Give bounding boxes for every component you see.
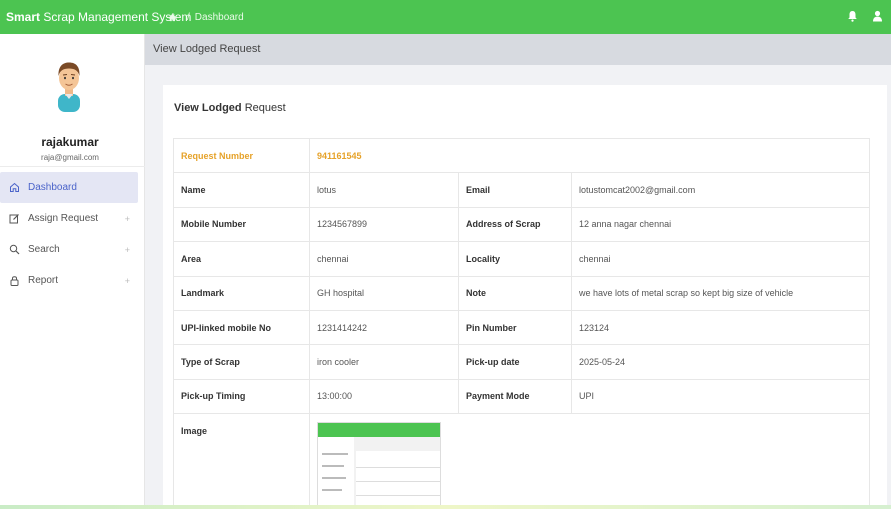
brand-bold: Smart <box>6 10 41 24</box>
breadcrumb-separator: / <box>187 11 190 23</box>
scrap-image-thumbnail[interactable] <box>317 422 441 509</box>
breadcrumb: / Dashboard <box>168 12 244 23</box>
field-value: we have lots of metal scrap so kept big … <box>571 275 870 311</box>
sidebar-item-label: Report <box>28 275 59 286</box>
thumbnail-line <box>322 489 342 492</box>
thumbnail-line <box>322 465 344 468</box>
edit-icon <box>9 214 19 224</box>
sidebar: rajakumar raja@gmail.com Dashboard Assig… <box>0 34 145 509</box>
card-title-rest: Request <box>241 102 286 114</box>
field-label: Landmark <box>173 275 310 311</box>
thumbnail-row <box>356 481 440 483</box>
sidebar-item-label: Assign Request <box>28 213 99 224</box>
field-label: Locality <box>458 241 572 277</box>
card-title-bold: View Lodged <box>174 102 242 114</box>
sidebar-item-label: Dashboard <box>28 182 77 193</box>
page-title: View Lodged Request <box>153 43 261 55</box>
table-row: UPI-linked mobile No 1231414242 Pin Numb… <box>173 309 870 346</box>
field-label: Address of Scrap <box>458 206 572 243</box>
lock-icon <box>10 276 19 286</box>
field-label: Pick-up date <box>458 344 572 380</box>
field-label: Pick-up Timing <box>173 378 310 415</box>
field-label: Area <box>173 241 310 277</box>
field-value: 13:00:00 <box>309 378 459 415</box>
thumbnail-line <box>322 477 346 480</box>
card-title: View Lodged Request <box>174 102 286 114</box>
table-row: Landmark GH hospital Note we have lots o… <box>173 275 870 311</box>
avatar <box>58 62 80 112</box>
field-value: lotus <box>309 172 459 208</box>
home-icon[interactable] <box>168 13 177 22</box>
thumbnail-row <box>356 495 440 497</box>
field-value: 1231414242 <box>309 309 459 346</box>
table-row: Mobile Number 1234567899 Address of Scra… <box>173 206 870 243</box>
image-cell <box>309 413 870 509</box>
sidebar-item-report[interactable]: Report + <box>0 265 140 296</box>
expand-icon[interactable]: + <box>125 276 130 286</box>
field-label: Type of Scrap <box>173 344 310 380</box>
request-card: View Lodged Request Request Number 94116… <box>163 85 887 509</box>
field-value: 123124 <box>571 309 870 346</box>
table-row: Type of Scrap iron cooler Pick-up date 2… <box>173 344 870 380</box>
thumbnail-line <box>322 453 348 456</box>
sidebar-item-assign-request[interactable]: Assign Request + <box>0 203 140 234</box>
field-label: Payment Mode <box>458 378 572 415</box>
top-icons <box>847 10 883 22</box>
sidebar-item-label: Search <box>28 244 60 255</box>
request-number-label: Request Number <box>173 137 310 174</box>
table-row: Image <box>173 413 870 509</box>
thumbnail-sidebar <box>318 437 354 509</box>
table-row: Name lotus Email lotustomcat2002@gmail.c… <box>173 172 870 208</box>
expand-icon[interactable]: + <box>125 214 130 224</box>
table-row: Area chennai Locality chennai <box>173 241 870 277</box>
field-label: Pin Number <box>458 309 572 346</box>
field-value: GH hospital <box>309 275 459 311</box>
field-value: 2025-05-24 <box>571 344 870 380</box>
table-row: Pick-up Timing 13:00:00 Payment Mode UPI <box>173 378 870 415</box>
request-details-table: Request Number 941161545 Name lotus Emai… <box>173 137 870 509</box>
field-value: chennai <box>309 241 459 277</box>
field-value: 1234567899 <box>309 206 459 243</box>
table-row: Request Number 941161545 <box>173 137 870 174</box>
page-header: View Lodged Request <box>145 34 891 65</box>
app-brand[interactable]: Smart Scrap Management System <box>0 10 191 24</box>
thumbnail-main <box>356 451 440 509</box>
sidebar-item-dashboard[interactable]: Dashboard <box>0 172 138 203</box>
user-email: raja@gmail.com <box>41 153 99 162</box>
field-label: Mobile Number <box>173 206 310 243</box>
field-value: chennai <box>571 241 870 277</box>
field-value: iron cooler <box>309 344 459 380</box>
request-number-value: 941161545 <box>309 137 870 174</box>
top-navbar: Smart Scrap Management System / Dashboar… <box>0 0 891 34</box>
home-icon <box>10 182 19 192</box>
field-value: UPI <box>571 378 870 415</box>
field-label: UPI-linked mobile No <box>173 309 310 346</box>
search-icon <box>9 244 20 255</box>
user-name: rajakumar <box>41 135 99 149</box>
sidebar-nav: Dashboard Assign Request + Search + Repo… <box>0 172 140 296</box>
user-icon[interactable] <box>872 10 883 22</box>
field-value: lotustomcat2002@gmail.com <box>571 172 870 208</box>
field-value: 12 anna nagar chennai <box>571 206 870 243</box>
breadcrumb-current[interactable]: Dashboard <box>195 12 244 23</box>
sidebar-item-search[interactable]: Search + <box>0 234 140 265</box>
sidebar-divider <box>0 166 145 167</box>
thumbnail-topbar <box>318 423 440 438</box>
thumbnail-row <box>356 467 440 469</box>
field-label: Note <box>458 275 572 311</box>
field-label: Name <box>173 172 310 208</box>
field-label: Email <box>458 172 572 208</box>
bottom-strip <box>0 505 891 509</box>
field-label: Image <box>173 413 310 509</box>
expand-icon[interactable]: + <box>125 245 130 255</box>
bell-icon[interactable] <box>847 10 858 22</box>
